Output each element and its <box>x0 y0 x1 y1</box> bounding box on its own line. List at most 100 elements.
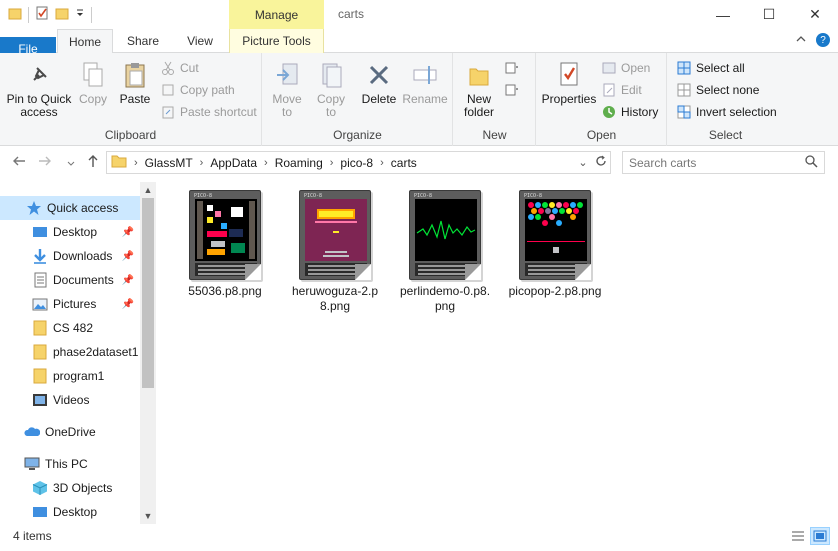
manage-contextual-tab[interactable]: Manage <box>229 0 324 29</box>
delete-button[interactable]: Delete <box>359 59 399 106</box>
select-all-label: Select all <box>696 61 745 75</box>
sidebar-item-downloads[interactable]: Downloads 📌 <box>0 244 140 268</box>
new-item-icon <box>504 60 520 76</box>
customize-dropdown-icon[interactable] <box>75 6 85 23</box>
new-item-button[interactable] <box>504 58 520 78</box>
file-item[interactable]: PICO-8 55036.p8.png <box>175 190 275 299</box>
copy-to-button[interactable]: Copy to <box>311 59 351 119</box>
select-group-label: Select <box>708 128 743 142</box>
pin-icon[interactable]: 📌 <box>122 227 134 238</box>
organize-group-label: Organize <box>333 128 382 142</box>
forward-arrow-icon[interactable] <box>38 154 52 171</box>
sidebar-item-pictures[interactable]: Pictures 📌 <box>0 292 140 316</box>
copy-path-label: Copy path <box>180 83 235 97</box>
sidebar-item-quick-access[interactable]: Quick access <box>0 196 140 220</box>
sidebar-item-onedrive[interactable]: OneDrive <box>0 420 140 444</box>
paste-shortcut-button[interactable]: Paste shortcut <box>160 102 257 122</box>
select-none-icon <box>676 82 692 98</box>
file-item[interactable]: PICO-8 picopop-2.p8.png <box>505 190 605 299</box>
file-name: picopop-2.p8.png <box>508 284 602 298</box>
copy-to-icon <box>316 59 346 91</box>
sidebar-item-program1[interactable]: program1 <box>0 364 140 388</box>
breadcrumb-appdata[interactable]: AppData <box>210 156 257 170</box>
maximize-button[interactable]: ☐ <box>746 0 792 29</box>
breadcrumb-glassmt[interactable]: GlassMT <box>145 156 193 170</box>
file-item[interactable]: PICO-8 perlindemo-0.p8.png <box>395 190 495 314</box>
pin-to-quick-access-button[interactable]: Pin to Quick access <box>4 59 74 119</box>
sidebar-item-phase2dataset1[interactable]: phase2dataset1 <box>0 340 140 364</box>
pin-icon[interactable]: 📌 <box>122 275 134 286</box>
sidebar-item-desktop-pc[interactable]: Desktop <box>0 500 140 524</box>
folder-icon <box>32 344 48 360</box>
folder-icon <box>32 320 48 336</box>
folder-icon[interactable] <box>8 6 22 23</box>
paste-label: Paste <box>119 92 151 106</box>
breadcrumb-separator-icon: › <box>380 156 384 169</box>
sidebar-item-3d-objects[interactable]: 3D Objects <box>0 476 140 500</box>
history-button[interactable]: History <box>601 102 658 122</box>
pin-icon[interactable]: 📌 <box>122 299 134 310</box>
open-group: Properties Open Edit History Open <box>537 53 667 146</box>
copy-path-button[interactable]: Copy path <box>160 80 235 100</box>
recent-locations-chevron-icon[interactable] <box>66 156 76 172</box>
invert-selection-button[interactable]: Invert selection <box>676 102 777 122</box>
refresh-icon[interactable] <box>592 155 610 170</box>
breadcrumb-roaming[interactable]: Roaming <box>275 156 323 170</box>
edit-button[interactable]: Edit <box>601 80 642 100</box>
file-item[interactable]: PICO-8 heruwoguza-2.p8.png <box>285 190 385 314</box>
move-to-button[interactable]: Move to <box>267 59 307 119</box>
sidebar-scrollbar[interactable]: ▲ ▼ <box>140 182 156 524</box>
breadcrumb-pico-8[interactable]: pico-8 <box>340 156 373 170</box>
search-input[interactable]: Search carts <box>629 156 696 170</box>
close-button[interactable]: ✕ <box>792 0 838 29</box>
new-folder-button[interactable]: New folder <box>458 59 500 119</box>
clipboard-icon <box>120 59 150 91</box>
sidebar-item-documents[interactable]: Documents 📌 <box>0 268 140 292</box>
breadcrumb-carts[interactable]: carts <box>391 156 417 170</box>
delete-label: Delete <box>361 92 397 106</box>
help-icon[interactable]: ? <box>816 33 830 47</box>
scrollbar-thumb[interactable] <box>142 198 154 388</box>
easy-access-button[interactable] <box>504 80 520 100</box>
cart-thumbnail: PICO-8 <box>409 190 481 280</box>
select-none-button[interactable]: Select none <box>676 80 759 100</box>
tab-view[interactable]: View <box>174 29 226 53</box>
back-arrow-icon[interactable] <box>12 154 26 171</box>
open-button[interactable]: Open <box>601 58 650 78</box>
copy-label: Copy <box>78 92 107 106</box>
properties-icon[interactable] <box>35 6 49 23</box>
search-box[interactable]: Search carts <box>622 151 825 174</box>
details-view-icon[interactable] <box>788 527 808 545</box>
ribbon-tab-strip: File Home Share View Picture Tools ? <box>0 29 838 61</box>
sidebar-item-this-pc[interactable]: This PC <box>0 452 140 476</box>
address-dropdown-chevron-icon[interactable]: ⌄ <box>574 156 592 169</box>
up-arrow-icon[interactable] <box>86 154 100 171</box>
cut-button[interactable]: Cut <box>160 58 199 78</box>
sidebar-item-label: Quick access <box>47 201 119 215</box>
ribbon: Pin to Quick access Copy Paste Cut Copy … <box>0 53 838 146</box>
history-label: History <box>621 105 659 119</box>
sidebar-item-videos[interactable]: Videos <box>0 388 140 412</box>
sidebar-item-desktop[interactable]: Desktop 📌 <box>0 220 140 244</box>
copy-button[interactable]: Copy <box>76 59 110 106</box>
address-bar[interactable]: › GlassMT › AppData › Roaming › pico-8 ›… <box>106 151 611 174</box>
paste-button[interactable]: Paste <box>116 59 154 106</box>
open-icon <box>601 60 617 76</box>
pictures-icon <box>32 296 48 312</box>
select-all-button[interactable]: Select all <box>676 58 745 78</box>
collapse-ribbon-icon[interactable] <box>796 34 806 46</box>
scroll-down-arrow-icon[interactable]: ▼ <box>140 508 156 524</box>
new-folder-icon[interactable] <box>55 6 69 23</box>
rename-button[interactable]: Rename <box>402 59 448 106</box>
scroll-up-arrow-icon[interactable]: ▲ <box>140 182 156 198</box>
properties-button[interactable]: Properties <box>541 59 597 106</box>
tab-home[interactable]: Home <box>57 29 113 54</box>
minimize-button[interactable]: — <box>700 0 746 29</box>
large-icons-view-icon[interactable] <box>810 527 830 545</box>
paste-shortcut-label: Paste shortcut <box>180 105 257 119</box>
move-to-label: Move to <box>272 92 302 119</box>
tab-picture-tools[interactable]: Picture Tools <box>229 29 324 53</box>
tab-share[interactable]: Share <box>118 29 168 53</box>
pin-icon[interactable]: 📌 <box>122 251 134 262</box>
sidebar-item-cs-482[interactable]: CS 482 <box>0 316 140 340</box>
